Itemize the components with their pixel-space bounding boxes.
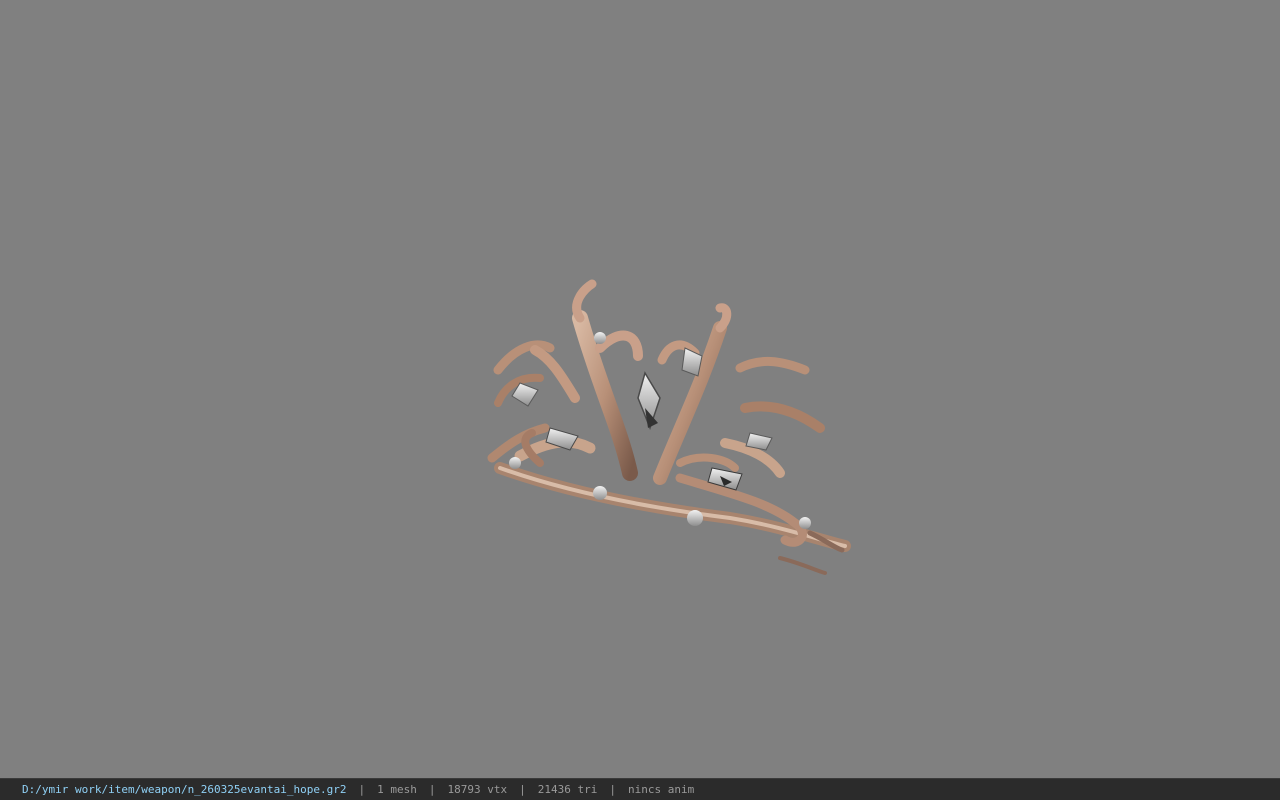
separator: | xyxy=(609,783,616,796)
separator: | xyxy=(519,783,526,796)
mesh-count: 1 mesh xyxy=(377,783,417,796)
3d-viewport[interactable] xyxy=(0,0,1280,778)
animation-status: nincs anim xyxy=(627,783,695,796)
separator: | xyxy=(428,783,436,796)
vertex-count: 18793 vtx xyxy=(447,783,508,796)
separator: | xyxy=(358,783,366,796)
file-path: D:/ymir work/item/weapon/n_260325evantai… xyxy=(22,783,347,796)
status-bar: D:/ymir work/item/weapon/n_260325evantai… xyxy=(0,778,1280,800)
weapon-model-render xyxy=(487,279,851,575)
triangle-count: 21436 tri xyxy=(537,783,598,796)
